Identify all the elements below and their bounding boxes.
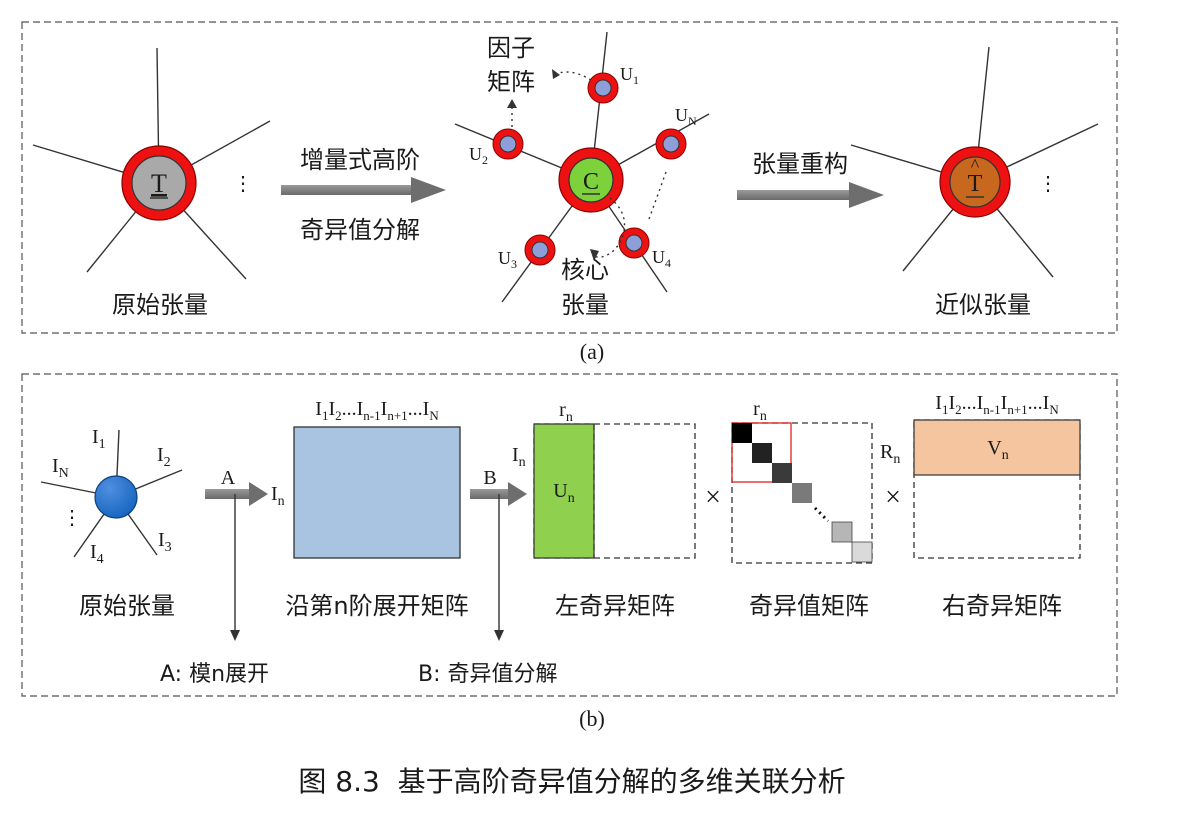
unfolded-col-label: I1I2...In-1In+1...IN	[315, 398, 439, 423]
approx-ellipsis: ⋮	[1038, 173, 1058, 195]
arrow-b-label: B	[483, 467, 496, 489]
factor-node-u2	[492, 128, 524, 160]
source-tensor-label: 原始张量	[79, 592, 175, 620]
factor-label-un: UN	[675, 105, 697, 128]
right-col-label: I1I2...In-1In+1...IN	[935, 392, 1059, 417]
reconstruction-label: 张量重构	[752, 150, 848, 178]
edge-label-i1: I1	[92, 426, 106, 452]
hosvd-arrow	[281, 177, 446, 203]
left-singular-label: 左奇异矩阵	[555, 592, 675, 620]
hosvd-label-line2: 奇异值分解	[300, 216, 420, 244]
approx-tensor-label: 近似张量	[935, 291, 1031, 319]
right-singular-label: 右奇异矩阵	[942, 592, 1062, 620]
factor-matrix-label-line1: 因子	[487, 34, 535, 62]
edge-label-i2: I2	[157, 444, 171, 470]
edge-label-i3: I3	[158, 529, 172, 555]
original-tensor: T ⋮	[32, 47, 271, 280]
figure-canvas: T ⋮ 原始张量 增量式高阶 奇异值分解 C U1 U2 U3 U4 UN 因子…	[21, 21, 1118, 798]
factor-matrix-label-line2: 矩阵	[487, 68, 535, 96]
original-tensor-label: 原始张量	[112, 291, 208, 319]
approx-tensor-hat: ^	[971, 155, 980, 175]
core-tensor-label-line2: 张量	[561, 291, 609, 319]
panel-b-caption: (b)	[579, 706, 605, 731]
singular-matrix-label: 奇异值矩阵	[749, 592, 869, 620]
right-row-label: Rn	[880, 441, 900, 467]
note-svd: B: 奇异值分解	[418, 662, 558, 687]
factor-label-u1: U1	[620, 64, 639, 87]
unfolded-matrix-label: 沿第n阶展开矩阵	[285, 592, 468, 620]
edge-label-i4: I4	[90, 541, 104, 567]
factor-node-u1	[587, 72, 619, 104]
original-tensor-symbol: T	[151, 169, 167, 198]
svd-arrow	[470, 482, 527, 641]
factor-node-u4	[618, 227, 650, 259]
edge-label-in: IN	[52, 455, 69, 481]
singular-value-matrix	[731, 422, 873, 564]
unfolded-matrix	[293, 426, 461, 559]
edge-dots: ⋮	[62, 507, 82, 529]
original-ellipsis: ⋮	[233, 173, 253, 195]
figure-caption: 图 8.3 基于高阶奇异值分解的多维关联分析	[298, 765, 845, 798]
unfolded-row-label: In	[271, 483, 285, 509]
panel-a-caption: (a)	[580, 339, 604, 364]
factor-node-un	[655, 128, 687, 160]
reconstruction-arrow	[737, 182, 884, 208]
singular-col-label: rn	[753, 398, 767, 424]
unfold-arrow	[205, 482, 268, 641]
factor-label-u4: U4	[652, 247, 671, 270]
left-col-label: rn	[559, 399, 573, 425]
approx-tensor: T ^ ⋮	[850, 46, 1099, 278]
factor-node-u3	[524, 234, 556, 266]
times-sign-2: ×	[885, 482, 901, 513]
note-mode-n-unfold: A: 模n展开	[160, 662, 269, 687]
factor-label-u2: U2	[469, 144, 488, 167]
core-tensor-symbol: C	[583, 169, 599, 195]
hosvd-label-line1: 增量式高阶	[300, 146, 420, 174]
times-sign-1: ×	[705, 482, 721, 513]
factor-label-u3: U3	[498, 248, 517, 271]
core-tensor-label-line1: 核心	[561, 256, 609, 284]
left-row-label: In	[512, 444, 526, 470]
arrow-a-label: A	[221, 467, 236, 489]
